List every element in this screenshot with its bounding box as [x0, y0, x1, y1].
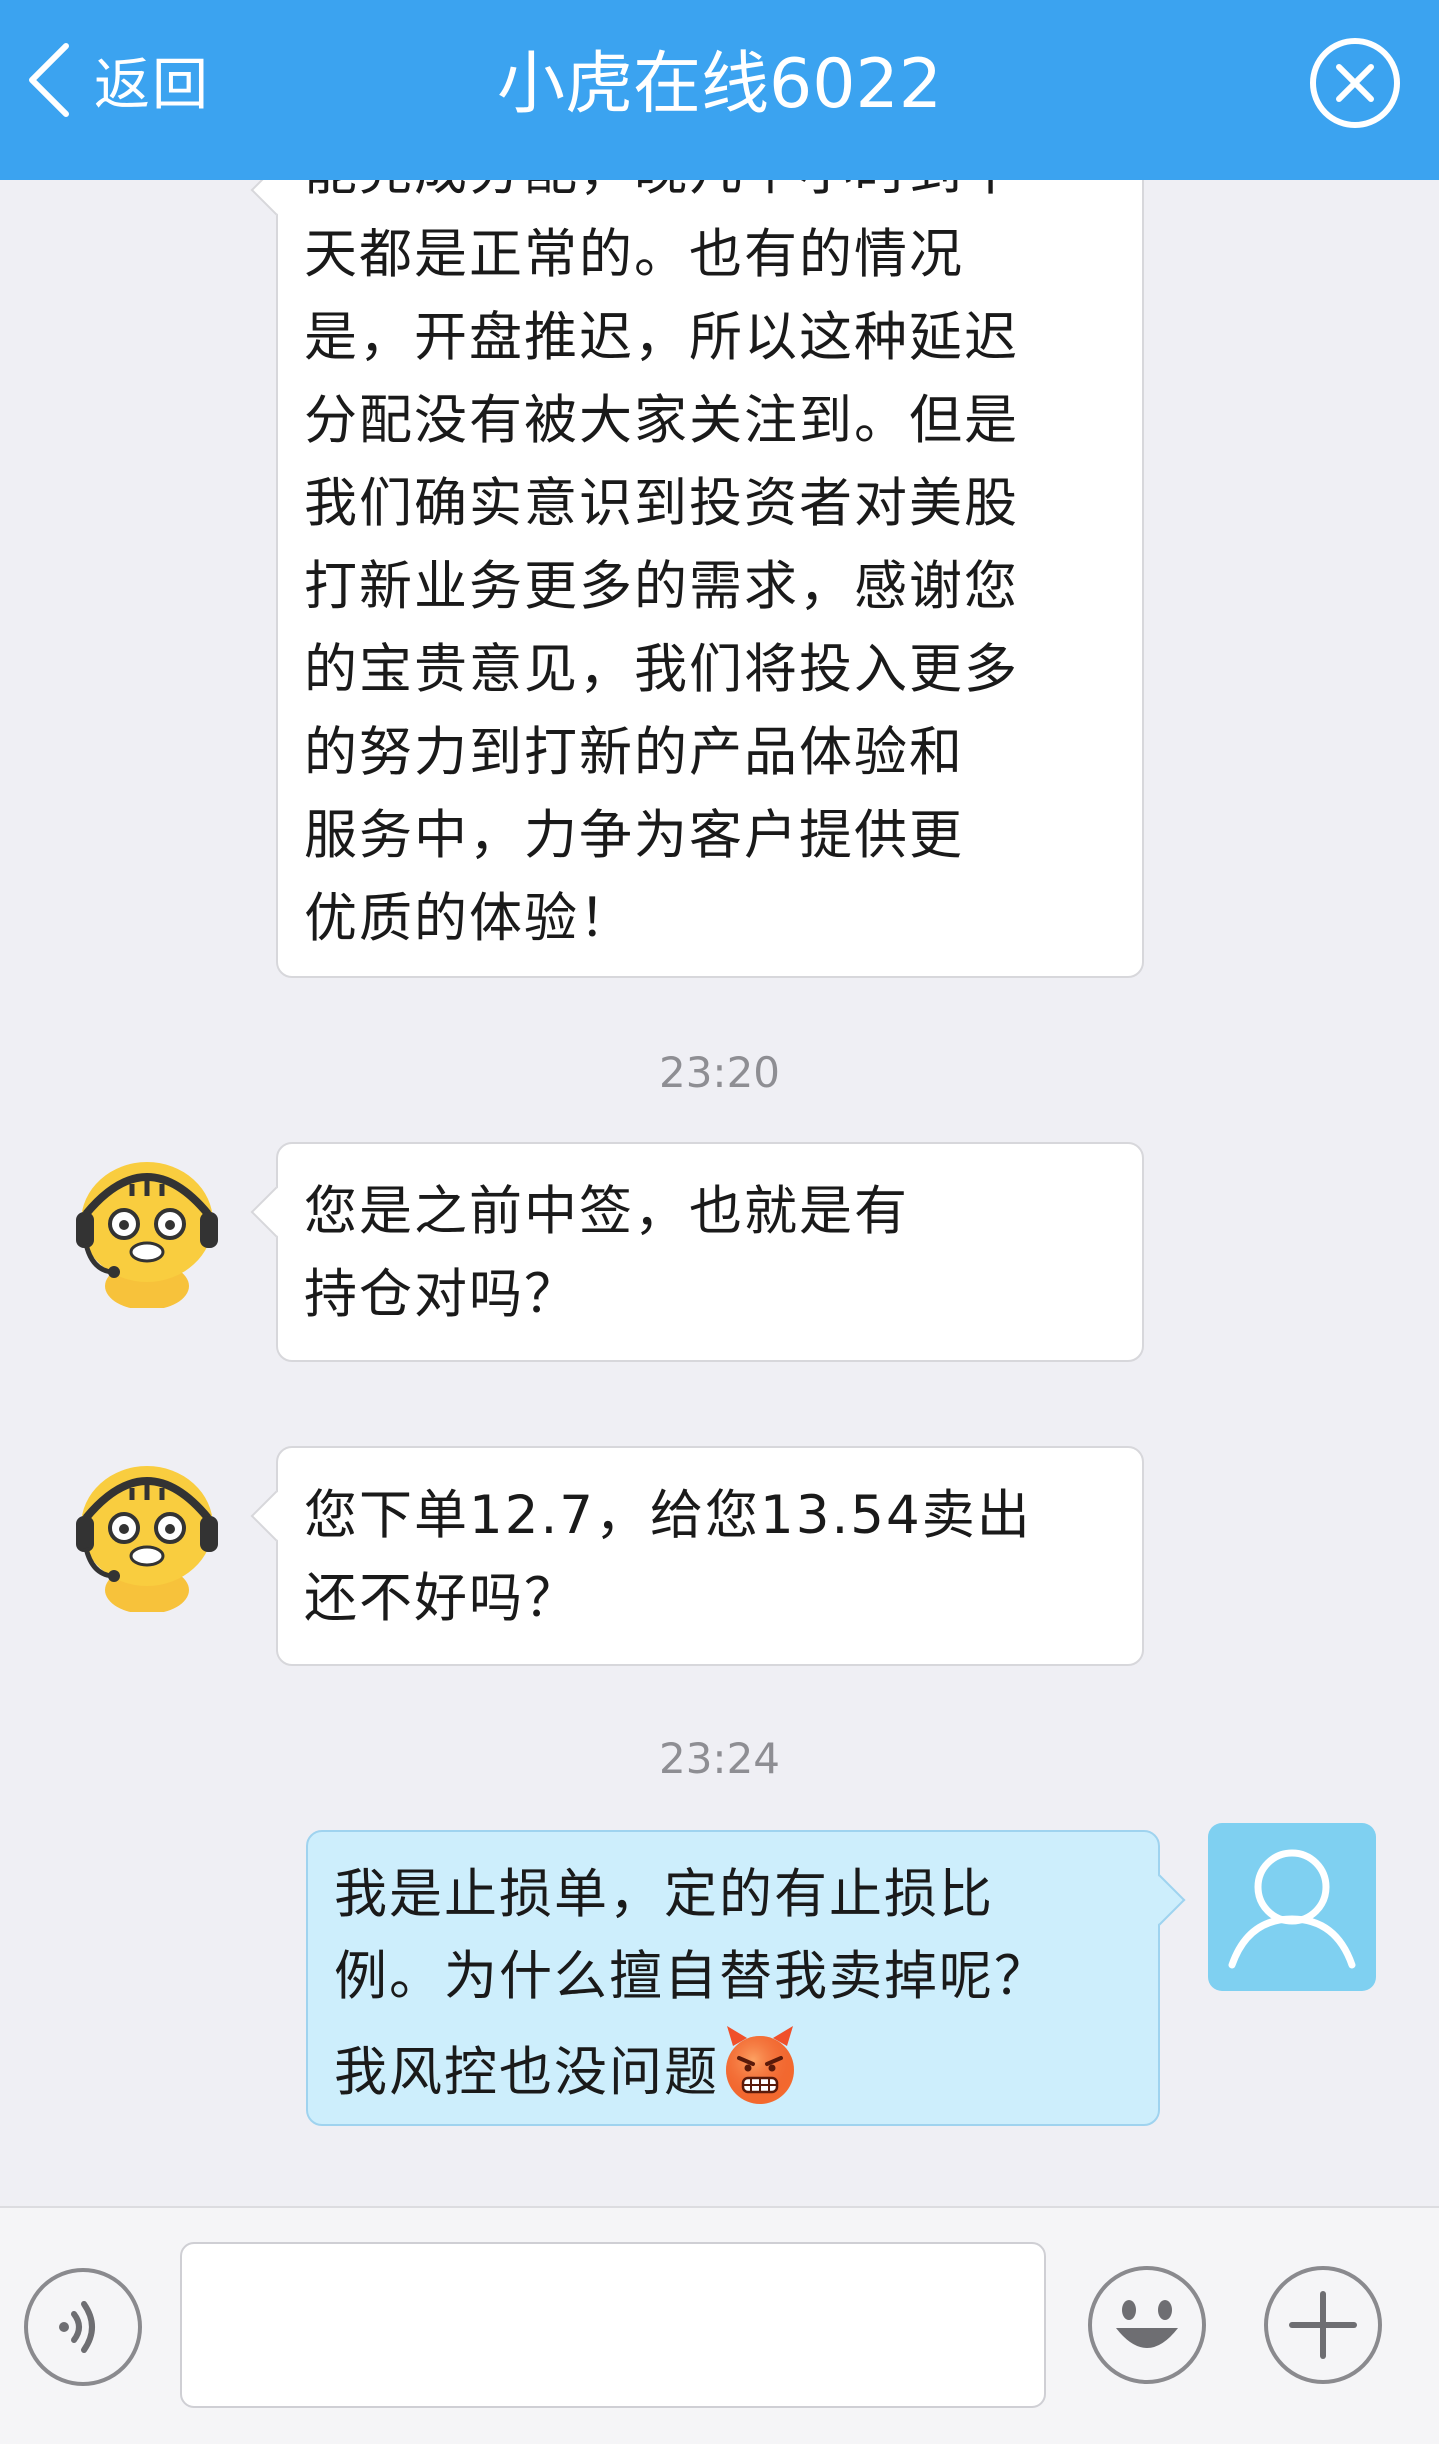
tiger-agent-avatar: [76, 1162, 218, 1310]
message-line: 我是止损单，定的有止损比: [334, 1864, 994, 1925]
agent-avatar: [72, 1148, 222, 1310]
timestamp: 23:20: [658, 1048, 781, 1097]
message-line: 您下单12.7，给您13.54卖出: [304, 1485, 1032, 1546]
agent-avatar: [72, 1452, 222, 1614]
agent-message-bubble: 您下单12.7，给您13.54卖出 还不好吗？: [276, 1446, 1144, 1666]
message-line: 的宝贵意见，我们将投入更多: [304, 639, 1019, 700]
message-line: 是，开盘推迟，所以这种延迟: [304, 307, 1019, 368]
angry-devil-emoji: [726, 2026, 794, 2104]
voice-button[interactable]: [22, 2266, 144, 2388]
timestamp: 23:24: [658, 1734, 781, 1783]
message-line: 的努力到打新的产品体验和: [304, 722, 964, 783]
message-line: 天都是正常的。也有的情况: [304, 224, 964, 285]
voice-icon: [24, 2268, 142, 2386]
more-button[interactable]: [1262, 2264, 1384, 2386]
user-avatar: [1208, 1823, 1376, 1991]
agent-message-bubble: 您是之前中签，也就是有 持仓对吗？: [276, 1142, 1144, 1362]
smiley-icon: [1088, 2266, 1206, 2384]
message-text: 我风控也没问题: [334, 2042, 719, 2103]
emoji-button[interactable]: [1086, 2264, 1208, 2386]
message-input[interactable]: [180, 2242, 1046, 2408]
close-button[interactable]: [1308, 36, 1402, 130]
plus-icon: [1264, 2266, 1382, 2384]
tiger-agent-avatar: [76, 1466, 218, 1614]
header-bar: 返回 小虎在线6022: [0, 0, 1439, 180]
close-circle-icon: [1310, 38, 1400, 128]
user-silhouette-icon: [1228, 1849, 1356, 1969]
message-line: 优质的体验！: [304, 888, 634, 949]
message-line: 我们确实意识到投资者对美股: [304, 473, 1019, 534]
user-message-bubble: 我是止损单，定的有止损比 例。为什么擅自替我卖掉呢？ 我风控也没问题: [306, 1830, 1160, 2126]
message-line: 服务中，力争为客户提供更: [304, 805, 964, 866]
message-line: 例。为什么擅自替我卖掉呢？: [334, 1946, 1049, 2007]
message-line: 打新业务更多的需求，感谢您: [304, 556, 1019, 617]
message-line-with-emoji: 我风控也没问题: [334, 2024, 1132, 2114]
message-line: 持仓对吗？: [304, 1264, 579, 1325]
agent-message-bubble: 能完成分配，晚几个小时到十 天都是正常的。也有的情况 是，开盘推迟，所以这种延迟…: [276, 120, 1144, 978]
message-line: 分配没有被大家关注到。但是: [304, 390, 1019, 451]
message-line: 您是之前中签，也就是有: [304, 1181, 909, 1242]
input-bar: [0, 2206, 1439, 2444]
page-title: 小虎在线6022: [496, 45, 943, 124]
message-line: 还不好吗？: [304, 1568, 579, 1629]
